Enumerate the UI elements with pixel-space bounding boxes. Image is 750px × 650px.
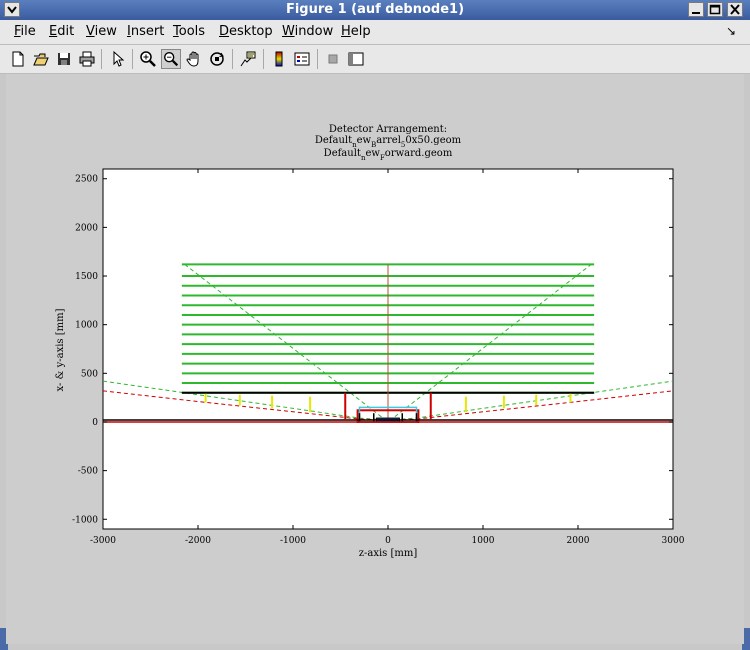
- x-tick-label: -1000: [280, 536, 306, 546]
- toolbar-separator: [132, 49, 133, 69]
- colorbar-icon[interactable]: [269, 49, 289, 69]
- zoom-in-icon[interactable]: [138, 49, 158, 69]
- data-cursor-icon[interactable]: [238, 49, 258, 69]
- plot-tools-icon[interactable]: [346, 49, 366, 69]
- x-tick-label: 0: [385, 536, 391, 546]
- menu-edit[interactable]: Edit: [49, 24, 74, 39]
- y-tick-label: 0: [92, 418, 98, 428]
- window-border-bottom: [0, 644, 750, 650]
- pan-hand-icon[interactable]: [184, 49, 204, 69]
- y-tick-label: -500: [78, 467, 98, 477]
- toolbar-separator: [263, 49, 264, 69]
- x-tick-label: 1000: [472, 536, 495, 546]
- menu-file[interactable]: File: [14, 24, 36, 39]
- window-title: Figure 1 (auf debnode1): [285, 2, 465, 17]
- figure-canvas[interactable]: -3000 -2000 -1000 0 1000 2000 3000 -1000 -500 0 50…: [6, 74, 744, 644]
- menu-view[interactable]: View: [86, 24, 117, 39]
- menu-tools[interactable]: Tools: [173, 24, 205, 39]
- title-bar[interactable]: Figure 1 (auf debnode1): [0, 0, 750, 20]
- menu-bar: File Edit View Insert Tools Desktop Wind…: [0, 20, 750, 45]
- y-tick-label: 1500: [75, 272, 98, 282]
- window-border-right: [744, 20, 750, 650]
- hide-tools-icon[interactable]: [323, 49, 343, 69]
- pointer-icon[interactable]: [108, 49, 128, 69]
- rotate-3d-icon[interactable]: [207, 49, 227, 69]
- menu-insert[interactable]: Insert: [127, 24, 164, 39]
- save-icon[interactable]: [54, 49, 74, 69]
- minimize-icon[interactable]: [688, 2, 704, 17]
- plot-title-line1: Detector Arrangement:: [329, 124, 447, 135]
- x-tick-label: 2000: [567, 536, 590, 546]
- y-tick-label: 2500: [75, 175, 98, 185]
- y-tick-label: -1000: [72, 515, 98, 525]
- toolbar-separator: [101, 49, 102, 69]
- x-axis-label: z-axis [mm]: [359, 548, 418, 559]
- close-icon[interactable]: [727, 2, 743, 17]
- zoom-out-icon[interactable]: [161, 49, 181, 69]
- menu-desktop[interactable]: Desktop: [219, 24, 273, 39]
- menu-window[interactable]: Window: [282, 24, 333, 39]
- y-tick-label: 2000: [75, 223, 98, 233]
- y-tick-label: 500: [81, 369, 98, 379]
- menu-help[interactable]: Help: [341, 24, 371, 39]
- x-tick-label: -2000: [185, 536, 211, 546]
- x-tick-label: 3000: [662, 536, 685, 546]
- toolbar-separator: [317, 49, 318, 69]
- open-file-icon[interactable]: [31, 49, 51, 69]
- plot-title-line3: DefaultnewForward.geom: [324, 148, 453, 162]
- plot-svg[interactable]: -3000 -2000 -1000 0 1000 2000 3000 -1000 -500 0 50…: [6, 74, 744, 644]
- x-tick-label: -3000: [90, 536, 116, 546]
- dock-figure-icon[interactable]: ↘: [726, 24, 736, 38]
- y-axis-label: x- & y-axis [mm]: [55, 308, 66, 391]
- maximize-icon[interactable]: [707, 2, 723, 17]
- new-file-icon[interactable]: [8, 49, 28, 69]
- plot-title-line2: DefaultnewBarrel50x50.geom: [315, 135, 462, 149]
- toolbar-separator: [232, 49, 233, 69]
- y-tick-label: 1000: [75, 321, 98, 331]
- print-icon[interactable]: [77, 49, 97, 69]
- toolbar: [0, 45, 750, 74]
- legend-icon[interactable]: [292, 49, 312, 69]
